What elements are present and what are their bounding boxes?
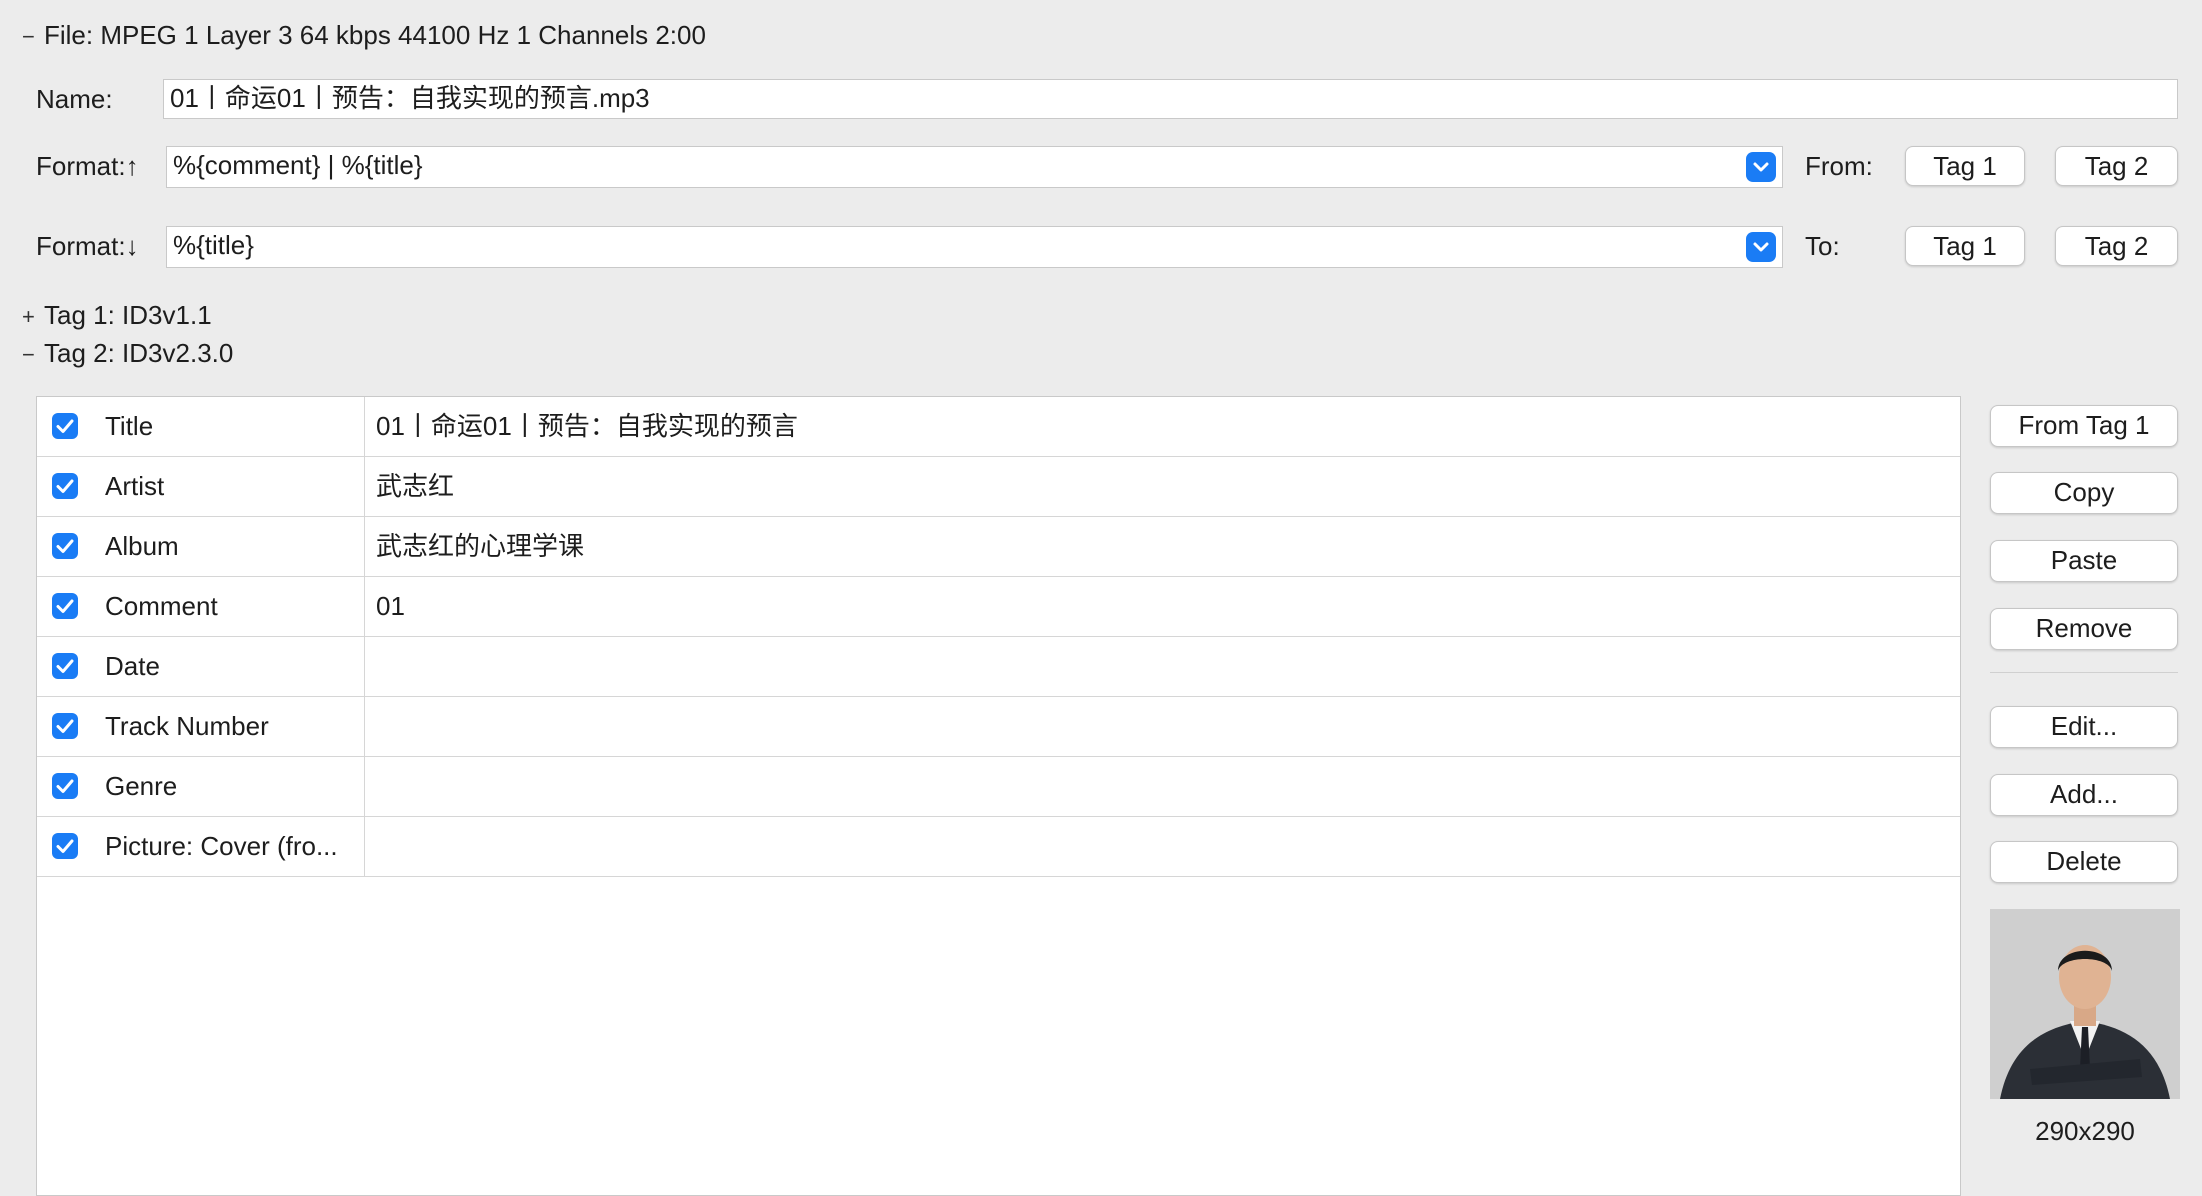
checkbox-checked-icon[interactable] <box>52 773 78 799</box>
checkbox-checked-icon[interactable] <box>52 593 78 619</box>
add-button[interactable]: Add... <box>1990 774 2178 816</box>
person-portrait-icon <box>1990 909 2180 1099</box>
frame-name: Genre <box>105 771 178 801</box>
button-separator <box>1990 672 2178 673</box>
checkbox-checked-icon[interactable] <box>52 713 78 739</box>
frame-value[interactable]: 01丨命运01丨预告：自我实现的预言 <box>376 411 798 441</box>
format-up-label: Format:↑ <box>36 151 139 181</box>
paste-button[interactable]: Paste <box>1990 540 2178 582</box>
to-tag2-button[interactable]: Tag 2 <box>2055 226 2178 266</box>
tag1-section-header[interactable]: + Tag 1: ID3v1.1 <box>22 300 212 332</box>
from-tag2-button[interactable]: Tag 2 <box>2055 146 2178 186</box>
table-row[interactable]: Track Number <box>37 697 1960 757</box>
frame-name: Picture: Cover (fro... <box>105 831 338 861</box>
format-up-combobox[interactable]: %{comment} | %{title} <box>166 146 1783 188</box>
column-divider <box>364 577 365 636</box>
file-section-header[interactable]: − File: MPEG 1 Layer 3 64 kbps 44100 Hz 1… <box>22 20 706 52</box>
table-row[interactable]: Comment 01 <box>37 577 1960 637</box>
checkbox-checked-icon[interactable] <box>52 833 78 859</box>
frame-name: Artist <box>105 471 165 501</box>
tag-frames-table: Title 01丨命运01丨预告：自我实现的预言 Artist 武志红 Albu… <box>36 396 1961 1196</box>
frame-name: Date <box>105 651 160 681</box>
tag2-section-header[interactable]: − Tag 2: ID3v2.3.0 <box>22 338 233 370</box>
frame-value[interactable]: 武志红的心理学课 <box>376 531 584 561</box>
collapse-icon[interactable]: − <box>22 340 44 370</box>
chevron-down-icon[interactable] <box>1746 232 1776 262</box>
expand-icon[interactable]: + <box>22 302 44 332</box>
checkbox-checked-icon[interactable] <box>52 473 78 499</box>
tag2-label: Tag 2: ID3v2.3.0 <box>44 338 234 368</box>
to-label: To: <box>1805 231 1840 261</box>
table-row[interactable]: Title 01丨命运01丨预告：自我实现的预言 <box>37 397 1960 457</box>
column-divider <box>364 397 365 456</box>
table-row[interactable]: Genre <box>37 757 1960 817</box>
checkbox-checked-icon[interactable] <box>52 653 78 679</box>
format-down-value: %{title} <box>173 230 254 260</box>
tag1-label: Tag 1: ID3v1.1 <box>44 300 212 330</box>
remove-button[interactable]: Remove <box>1990 608 2178 650</box>
delete-button[interactable]: Delete <box>1990 841 2178 883</box>
format-up-value: %{comment} | %{title} <box>173 150 423 180</box>
column-divider <box>364 697 365 756</box>
from-tag1-button[interactable]: Tag 1 <box>1905 146 2025 186</box>
cover-size-label: 290x290 <box>2035 1116 2135 1146</box>
frame-name: Track Number <box>105 711 269 741</box>
file-info-label: File: MPEG 1 Layer 3 64 kbps 44100 Hz 1 … <box>44 20 706 50</box>
table-row[interactable]: Date <box>37 637 1960 697</box>
filename-value: 01丨命运01丨预告：自我实现的预言.mp3 <box>170 83 650 113</box>
column-divider <box>364 637 365 696</box>
table-row[interactable]: Artist 武志红 <box>37 457 1960 517</box>
table-row[interactable]: Picture: Cover (fro... <box>37 817 1960 877</box>
frame-name: Comment <box>105 591 218 621</box>
format-down-combobox[interactable]: %{title} <box>166 226 1783 268</box>
checkbox-checked-icon[interactable] <box>52 413 78 439</box>
frame-value[interactable]: 武志红 <box>376 471 454 501</box>
edit-button[interactable]: Edit... <box>1990 706 2178 748</box>
format-down-label: Format:↓ <box>36 231 139 261</box>
table-row[interactable]: Album 武志红的心理学课 <box>37 517 1960 577</box>
cover-art-image[interactable] <box>1990 909 2180 1099</box>
column-divider <box>364 457 365 516</box>
column-divider <box>364 757 365 816</box>
from-label: From: <box>1805 151 1873 181</box>
collapse-icon[interactable]: − <box>22 22 44 52</box>
frame-name: Title <box>105 411 154 441</box>
frame-name: Album <box>105 531 179 561</box>
column-divider <box>364 817 365 876</box>
copy-button[interactable]: Copy <box>1990 472 2178 514</box>
filename-field[interactable]: 01丨命运01丨预告：自我实现的预言.mp3 <box>163 79 2178 119</box>
from-tag1-copy-button[interactable]: From Tag 1 <box>1990 405 2178 447</box>
chevron-down-icon[interactable] <box>1746 152 1776 182</box>
name-label: Name: <box>36 84 113 114</box>
checkbox-checked-icon[interactable] <box>52 533 78 559</box>
to-tag1-button[interactable]: Tag 1 <box>1905 226 2025 266</box>
column-divider <box>364 517 365 576</box>
frame-value[interactable]: 01 <box>376 591 405 621</box>
